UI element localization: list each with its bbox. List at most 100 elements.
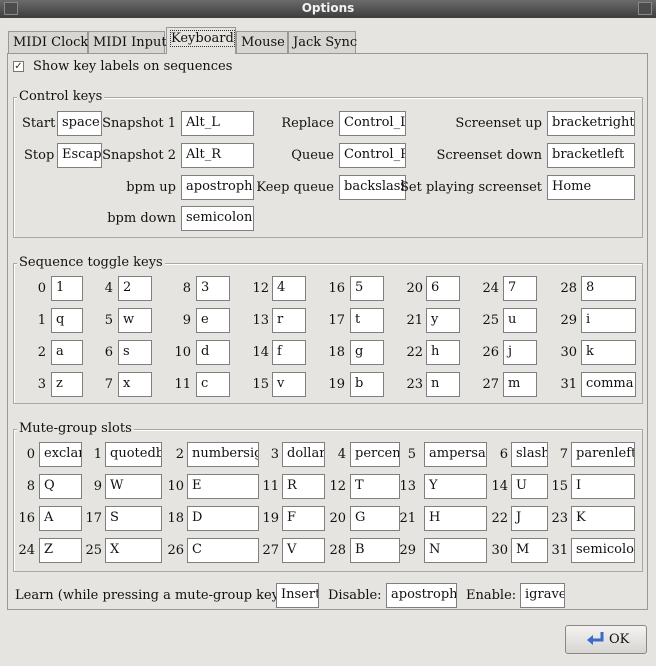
sequence-toggle-key-field[interactable]: q (51, 308, 83, 333)
mute-group-slot-field[interactable]: N (424, 538, 487, 563)
show-key-labels-checkbox[interactable]: ✓ (13, 61, 24, 72)
sequence-toggle-key-field[interactable]: z (51, 372, 83, 397)
sequence-toggle-key-field[interactable]: 3 (196, 276, 230, 301)
mute-group-slot-field[interactable]: J (511, 506, 548, 531)
mute-group-slot-number: 14 (491, 479, 508, 494)
mute-group-slot-field[interactable]: ampersand (424, 442, 487, 467)
sequence-toggle-key-field[interactable]: t (350, 308, 384, 333)
sequence-toggle-key-field[interactable]: 6 (426, 276, 460, 301)
replace-field[interactable]: Control_L (339, 111, 406, 136)
mute-group-slot-field[interactable]: C (187, 538, 259, 563)
mute-group-slot-number: 17 (85, 511, 102, 526)
sequence-toggle-key-field[interactable]: d (196, 340, 230, 365)
mute-group-slot-field[interactable]: V (282, 538, 325, 563)
sequence-toggle-key-field[interactable]: h (426, 340, 460, 365)
sequence-toggle-key-field[interactable]: y (426, 308, 460, 333)
window-close-button[interactable] (638, 2, 652, 15)
sequence-toggle-key-field[interactable]: 4 (272, 276, 306, 301)
sequence-toggle-key-field[interactable]: comma (581, 372, 636, 397)
sequence-toggle-key-field[interactable]: k (581, 340, 636, 365)
sequence-toggle-key-field[interactable]: 8 (581, 276, 636, 301)
mute-group-slot-field[interactable]: B (350, 538, 400, 563)
snapshot2-field[interactable]: Alt_R (181, 143, 254, 168)
snapshot1-field[interactable]: Alt_L (181, 111, 254, 136)
mute-group-slot-field[interactable]: parenleft (571, 442, 635, 467)
sequence-toggle-key-field[interactable]: r (272, 308, 306, 333)
mute-group-slot-field[interactable]: S (105, 506, 162, 531)
mute-group-slot-field[interactable]: H (424, 506, 487, 531)
set-playing-screenset-field[interactable]: Home (547, 175, 635, 200)
bpm-down-field[interactable]: semicolon (181, 206, 254, 231)
mute-group-slot-field[interactable]: exclam (39, 442, 82, 467)
tab-midi-clock[interactable]: MIDI Clock (8, 31, 88, 53)
mute-group-slot-field[interactable]: I (571, 474, 635, 499)
mute-group-slot-field[interactable]: W (105, 474, 162, 499)
sequence-toggle-key-field[interactable]: e (196, 308, 230, 333)
start-label: Start (22, 116, 56, 131)
sequence-toggle-key-field[interactable]: g (350, 340, 384, 365)
mute-group-slot-number: 24 (18, 543, 35, 558)
mute-group-slot-field[interactable]: T (350, 474, 400, 499)
mute-group-slot-field[interactable]: slash (511, 442, 548, 467)
mute-group-slot-field[interactable]: X (105, 538, 162, 563)
disable-field[interactable]: apostrophe (386, 583, 457, 608)
sequence-toggle-key-field[interactable]: f (272, 340, 306, 365)
sequence-toggle-key-field[interactable]: a (51, 340, 83, 365)
mute-group-slot-field[interactable]: K (571, 506, 635, 531)
mute-group-slot-field[interactable]: R (282, 474, 325, 499)
tab-jack-sync[interactable]: Jack Sync (288, 31, 357, 53)
sequence-toggle-key-field[interactable]: 7 (503, 276, 537, 301)
sequence-toggle-key-number: 12 (252, 281, 269, 296)
sequence-toggle-key-field[interactable]: 1 (51, 276, 83, 301)
mute-group-slot-field[interactable]: A (39, 506, 82, 531)
mute-group-slot-field[interactable]: Q (39, 474, 82, 499)
mute-group-slot-field[interactable]: G (350, 506, 400, 531)
mute-group-slot-number: 31 (551, 543, 568, 558)
sequence-toggle-key-field[interactable]: w (118, 308, 152, 333)
bpm-up-field[interactable]: apostrophe (181, 175, 254, 200)
sequence-toggle-key-field[interactable]: u (503, 308, 537, 333)
sequence-toggle-key-field[interactable]: j (503, 340, 537, 365)
ok-button[interactable]: OK (565, 625, 647, 654)
sequence-toggle-key-field[interactable]: 2 (118, 276, 152, 301)
sequence-toggle-key-field[interactable]: m (503, 372, 537, 397)
mute-group-slot-field[interactable]: dollar (282, 442, 325, 467)
queue-field[interactable]: Control_R (339, 143, 406, 168)
stop-field[interactable]: Escape (57, 143, 102, 168)
sequence-toggle-key-number: 16 (328, 281, 345, 296)
tab-mouse[interactable]: Mouse (236, 31, 288, 53)
mute-group-slot-field[interactable]: D (187, 506, 259, 531)
sequence-toggle-key-field[interactable]: c (196, 372, 230, 397)
mute-group-slot-number: 0 (26, 447, 35, 462)
mute-group-slot-field[interactable]: semicolon (571, 538, 635, 563)
screenset-down-field[interactable]: bracketleft (547, 143, 635, 168)
mute-group-slot-field[interactable]: E (187, 474, 259, 499)
mute-group-slot-field[interactable]: M (511, 538, 548, 563)
bpm-down-label: bpm down (107, 211, 176, 226)
learn-field[interactable]: Insert (276, 583, 319, 608)
sequence-toggle-key-field[interactable]: x (118, 372, 152, 397)
mute-group-slot-number: 19 (262, 511, 279, 526)
keep-queue-field[interactable]: backslash (339, 175, 406, 200)
sequence-toggle-key-field[interactable]: n (426, 372, 460, 397)
mute-group-slot-field[interactable]: U (511, 474, 548, 499)
mute-group-slot-field[interactable]: percent (350, 442, 400, 467)
sequence-toggle-key-field[interactable]: s (118, 340, 152, 365)
enable-field[interactable]: igrave (520, 583, 565, 608)
mute-group-slot-field[interactable]: Z (39, 538, 82, 563)
tab-midi-input[interactable]: MIDI Input (88, 31, 167, 53)
sequence-toggle-key-number: 26 (482, 345, 499, 360)
mute-group-slot-field[interactable]: Y (424, 474, 487, 499)
screenset-up-field[interactable]: bracketright (547, 111, 635, 136)
tab-keyboard[interactable]: Keyboard (166, 27, 236, 54)
control-keys-title: Control keys (17, 89, 105, 104)
sequence-toggle-key-field[interactable]: i (581, 308, 636, 333)
mute-group-slot-field[interactable]: quotedbl (105, 442, 162, 467)
mute-group-slot-field[interactable]: F (282, 506, 325, 531)
sequence-toggle-key-field[interactable]: v (272, 372, 306, 397)
start-field[interactable]: space (57, 111, 102, 136)
mute-group-slot-field[interactable]: numbersign (187, 442, 259, 467)
sequence-toggle-key-field[interactable]: 5 (350, 276, 384, 301)
sequence-toggle-key-field[interactable]: b (350, 372, 384, 397)
stop-label: Stop (24, 148, 55, 163)
